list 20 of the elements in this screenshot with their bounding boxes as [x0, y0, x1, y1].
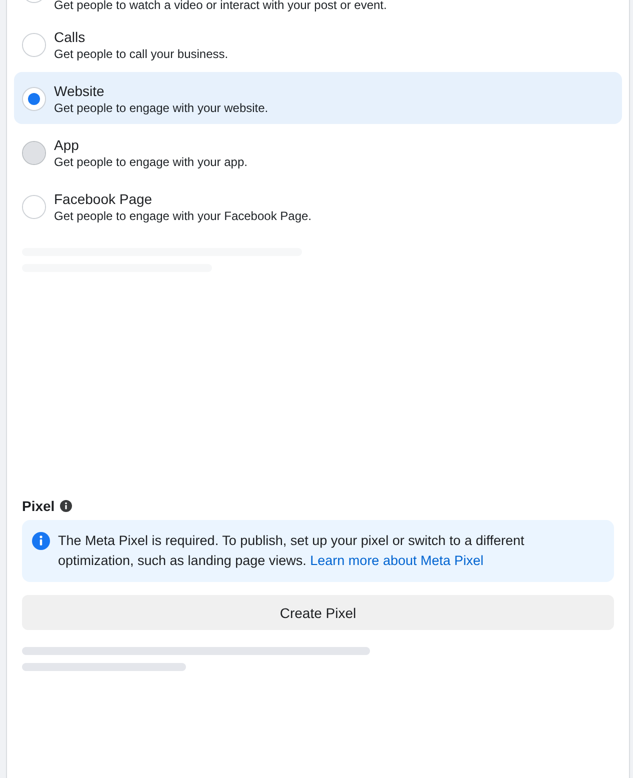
- option-description: Get people to engage with your Facebook Page.: [54, 208, 312, 224]
- option-title: Calls: [54, 28, 86, 46]
- option-description: Get people to call your business.: [54, 46, 228, 62]
- option-title: Website: [54, 82, 106, 100]
- radio-button[interactable]: [22, 33, 46, 57]
- section-title: Pixel: [22, 497, 55, 515]
- option-description: Get people to engage with your app.: [54, 154, 248, 170]
- option-highlight[interactable]: Website Get people to engage with your website.: [14, 72, 622, 124]
- option-title: Facebook Page: [54, 190, 154, 208]
- radio-button[interactable]: [22, 195, 46, 219]
- radio-button[interactable]: [22, 141, 46, 165]
- notice-text: The Meta Pixel is required. To publish, set up your pixel or switch to a different optimization, such as landing page views. Learn more about Meta Pixel: [58, 532, 526, 570]
- info-icon: [32, 532, 50, 550]
- radio-button[interactable]: [22, 87, 46, 111]
- learn-more-link[interactable]: Learn more about Meta Pixel: [310, 553, 484, 568]
- option-description: Get people to engage with your website.: [54, 100, 268, 116]
- option-description: Get people to watch a video or interact with your post or event.: [54, 0, 387, 13]
- option-title: App: [54, 136, 80, 154]
- info-icon[interactable]: [60, 500, 72, 512]
- create-pixel-button[interactable]: Create Pixel: [22, 595, 614, 630]
